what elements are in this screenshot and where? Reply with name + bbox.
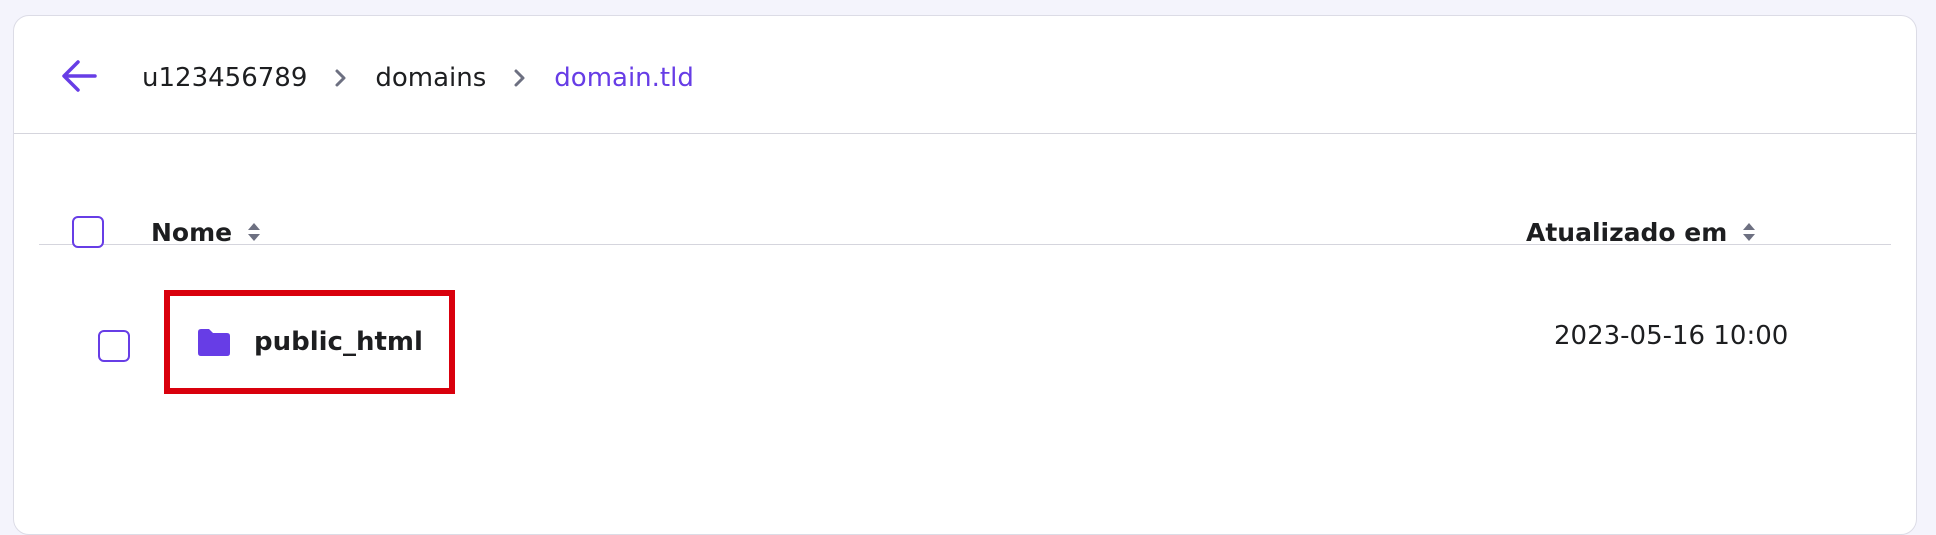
column-label-updated: Atualizado em xyxy=(1526,217,1728,247)
file-name: public_html xyxy=(254,327,423,357)
file-name-cell[interactable]: public_html xyxy=(164,290,455,394)
table-header: Nome Atualizado em xyxy=(39,174,1891,248)
table-row[interactable]: public_html 2023-05-16 10:00 xyxy=(39,286,1891,396)
breadcrumb: u123456789 domains domain.tld xyxy=(142,58,694,98)
sort-icon xyxy=(246,221,262,243)
sort-icon xyxy=(1741,221,1757,243)
breadcrumb-header: u123456789 domains domain.tld xyxy=(14,16,1916,134)
back-button[interactable] xyxy=(59,58,99,98)
breadcrumb-item-current[interactable]: domain.tld xyxy=(554,63,694,93)
select-all-checkbox[interactable] xyxy=(72,216,104,248)
breadcrumb-item-domains[interactable]: domains xyxy=(375,63,486,93)
column-label-name: Nome xyxy=(151,217,233,247)
row-checkbox[interactable] xyxy=(98,330,130,362)
updated-date: 2023-05-16 10:00 xyxy=(1554,321,1789,351)
file-manager-panel: u123456789 domains domain.tld Nome Atual… xyxy=(13,15,1917,535)
breadcrumb-item-user[interactable]: u123456789 xyxy=(142,63,307,93)
column-header-updated[interactable]: Atualizado em xyxy=(1526,212,1757,252)
arrow-left-icon xyxy=(61,59,97,97)
column-header-name[interactable]: Nome xyxy=(151,212,262,252)
chevron-right-icon xyxy=(307,68,375,88)
folder-icon xyxy=(196,327,232,357)
chevron-right-icon xyxy=(486,68,554,88)
